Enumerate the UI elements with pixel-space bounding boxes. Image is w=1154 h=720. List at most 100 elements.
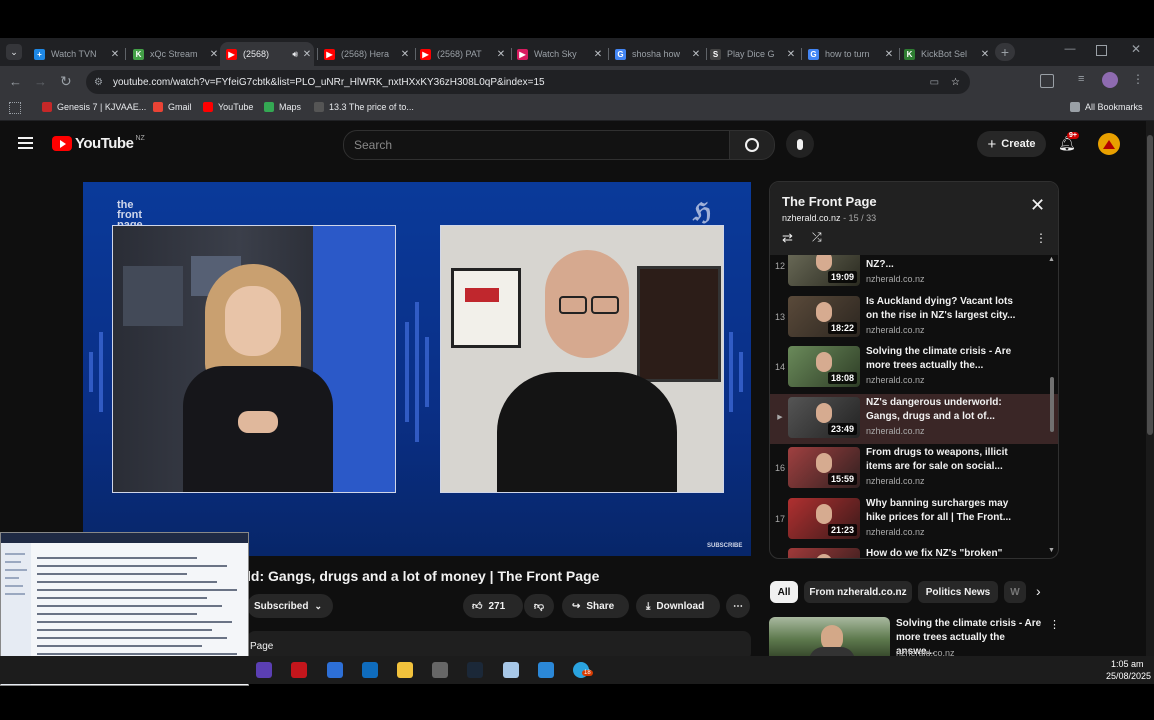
scroll-down-icon[interactable]: ▼ — [1048, 547, 1055, 554]
tab-close-icon[interactable]: ✕ — [494, 49, 508, 60]
bookmark-item[interactable]: YouTube — [203, 102, 253, 112]
playlist-item[interactable]: 12 19:09 checks make their way to NZ?... nz… — [770, 255, 1058, 292]
like-button[interactable]: 👍︎ 271 — [463, 594, 523, 618]
page-scrollbar[interactable] — [1146, 121, 1154, 656]
tab-8[interactable]: S Play Dice G ✕ — [704, 42, 798, 66]
scroll-up-icon[interactable]: ▲ — [1048, 256, 1055, 263]
notifications-button[interactable]: 🔔︎ 9+ — [1058, 132, 1079, 153]
steam-icon[interactable] — [467, 662, 483, 678]
tab-close-icon[interactable]: ✕ — [207, 49, 221, 60]
playlist-item[interactable]: 13 18:22 Is Auckland dying? Vacant lots on… — [770, 293, 1058, 343]
taskbar-date[interactable]: 25/08/2025 — [1106, 671, 1151, 681]
bookmark-item[interactable]: Maps — [264, 102, 301, 112]
tab-close-icon[interactable]: ✕ — [784, 49, 798, 60]
playlist-item[interactable]: 18How do we fix NZ's "broken" energy sec… — [770, 545, 1058, 558]
chip-all[interactable]: All — [770, 581, 798, 603]
browser-menu-button[interactable]: ⋮ — [1132, 72, 1144, 86]
file-explorer-icon[interactable] — [397, 662, 413, 678]
search-input[interactable]: Search — [343, 130, 731, 160]
tab-close-icon[interactable]: ✕ — [882, 49, 896, 60]
tab-5[interactable]: ▶ (2568) PAT ✕ — [414, 42, 508, 66]
bookmark-item[interactable]: Gmail — [153, 102, 192, 112]
search-button[interactable] — [729, 130, 775, 160]
tab-strip: ⌄ + Watch TVN ✕ KxQc Stream ✕ ▶ (2568) 🔊︎ ✕ ▶ (256… — [0, 38, 1154, 66]
speaker-icon[interactable]: 🔊︎ — [292, 49, 298, 60]
bookmark-star-icon[interactable]: ☆ — [951, 77, 960, 88]
playlist-item[interactable]: 16 15:59 From drugs to weapons, illicit it… — [770, 444, 1058, 494]
tab-4[interactable]: ▶ (2568) Hera ✕ — [318, 42, 412, 66]
tab-3[interactable]: ▶ (2568) 🔊︎ ✕ — [220, 42, 314, 66]
playlist-item[interactable]: ▶ 23:49 NZ's dangerous underworld: Gangs, … — [770, 393, 1058, 444]
close-window-button[interactable]: ✕ — [1128, 42, 1144, 58]
bookmark-item[interactable]: Genesis 7 | KJVAAE... — [42, 102, 146, 112]
playlist-item[interactable]: 14 18:08 Solving the climate crisis - Are … — [770, 343, 1058, 393]
chip-from-nzherald[interactable]: From nzherald.co.nz — [804, 581, 912, 603]
dislike-button[interactable]: 👎︎ — [524, 594, 554, 618]
tab-2[interactable]: KxQc Stream ✕ — [127, 42, 221, 66]
address-bar[interactable]: ⚙ youtube.com/watch?v=FYfeiG7cbtk&list=P… — [86, 70, 970, 94]
create-button[interactable]: + Create — [977, 131, 1046, 157]
share-button[interactable]: ↪ Share — [562, 594, 629, 618]
media-controls-icon[interactable]: ≡ — [1078, 73, 1084, 85]
bookmark-item[interactable]: 13.3 The price of to... — [314, 102, 414, 112]
tab-6[interactable]: ▶ Watch Sky ✕ — [511, 42, 605, 66]
tab-close-icon[interactable]: ✕ — [978, 49, 992, 60]
site-info-icon[interactable]: ⚙ — [94, 77, 103, 88]
tab-10[interactable]: K KickBot Sel ✕ — [898, 42, 992, 66]
voice-search-button[interactable] — [786, 130, 814, 158]
tab-favicon-icon: ▶ — [420, 48, 431, 60]
playlist-channel[interactable]: nzherald.co.nz — [782, 213, 841, 223]
install-app-icon[interactable]: ▭ — [930, 77, 939, 88]
close-playlist-button[interactable]: ✕ — [1030, 195, 1045, 216]
reload-button[interactable]: ↻ — [60, 73, 72, 90]
outlook-icon[interactable] — [362, 662, 378, 678]
microphone-icon — [797, 138, 803, 150]
more-actions-button[interactable]: ⋯ — [726, 594, 750, 618]
new-tab-button[interactable]: + — [995, 43, 1015, 61]
subscribe-watermark[interactable]: SUBSCRIBE — [707, 543, 742, 549]
download-button[interactable]: ⤓ Download — [636, 594, 720, 618]
youtube-logo[interactable]: YouTube NZ — [52, 135, 145, 152]
chip-politics-news[interactable]: Politics News — [918, 581, 998, 603]
telegram-icon[interactable]: 18 — [573, 662, 593, 678]
back-button[interactable]: ← — [9, 74, 22, 89]
app-icon-feather[interactable] — [432, 662, 448, 678]
playlist-item[interactable]: 17 21:23 Why banning surcharges may hike p… — [770, 495, 1058, 545]
playlist-title[interactable]: The Front Page — [782, 194, 877, 209]
forward-button[interactable]: → — [34, 74, 47, 89]
loop-button[interactable]: ⇄ — [782, 230, 793, 246]
tab-1[interactable]: + Watch TVN ✕ — [28, 42, 122, 66]
apps-grid-icon[interactable] — [9, 102, 21, 114]
tab-7[interactable]: Gshosha how ✕ — [609, 42, 703, 66]
playlist-menu-button[interactable]: ⋮ — [1035, 231, 1047, 245]
notepad-icon[interactable] — [503, 662, 519, 678]
chip-more[interactable]: W — [1004, 581, 1026, 603]
video-player[interactable]: the front page ℌ SUBSCRIBE — [83, 182, 751, 556]
tab-close-icon[interactable]: ✕ — [689, 49, 703, 60]
account-avatar[interactable] — [1098, 133, 1120, 155]
tab-close-icon[interactable]: ✕ — [591, 49, 605, 60]
tab-close-icon[interactable]: ✕ — [300, 49, 314, 60]
taskbar-time[interactable]: 1:05 am — [1111, 659, 1144, 669]
menu-icon[interactable] — [18, 137, 33, 149]
tab-close-icon[interactable]: ✕ — [398, 49, 412, 60]
related-video-menu-button[interactable]: ⋮ — [1049, 618, 1060, 631]
subscribed-button[interactable]: Subscribed ⌄ — [247, 594, 333, 618]
shuffle-button[interactable]: ⤮ — [812, 230, 822, 245]
profile-avatar[interactable] — [1102, 72, 1118, 88]
playlist-scrollbar[interactable] — [1050, 377, 1054, 432]
tab-9[interactable]: Ghow to turn ✕ — [802, 42, 896, 66]
url-text[interactable]: youtube.com/watch?v=FYfeiG7cbtk&list=PLO… — [113, 77, 930, 88]
minimize-button[interactable]: — — [1062, 43, 1078, 59]
app-icon-blue[interactable] — [538, 662, 554, 678]
app-icon-red-bolt[interactable] — [291, 662, 307, 678]
extensions-icon[interactable] — [1040, 74, 1054, 88]
tab-close-icon[interactable]: ✕ — [108, 49, 122, 60]
related-video-thumbnail[interactable] — [769, 617, 890, 661]
all-bookmarks-button[interactable]: All Bookmarks — [1070, 102, 1143, 112]
app-icon-purple[interactable] — [256, 662, 272, 678]
store-icon[interactable] — [327, 662, 343, 678]
chips-next-button[interactable]: › — [1036, 583, 1041, 599]
tab-search-button[interactable]: ⌄ — [6, 44, 22, 60]
maximize-button[interactable] — [1096, 45, 1107, 56]
